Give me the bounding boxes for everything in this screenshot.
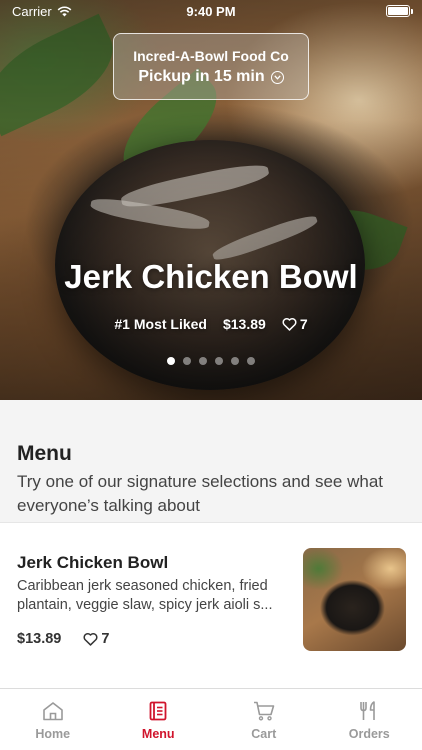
- menu-subheading: Try one of our signature selections and …: [17, 472, 384, 515]
- menu-item-image: [303, 548, 406, 651]
- pickup-time-row: Pickup in 15 min: [114, 68, 308, 86]
- tab-cart-label: Cart: [251, 727, 277, 741]
- menu-item-name: Jerk Chicken Bowl: [17, 553, 169, 572]
- featured-likes[interactable]: 7: [282, 316, 308, 332]
- featured-meta: #1 Most Liked $13.89 7: [0, 316, 422, 332]
- clock: 9:40 PM: [186, 4, 236, 19]
- carousel-dot[interactable]: [247, 357, 255, 365]
- carousel-dot[interactable]: [183, 357, 191, 365]
- menu-item-likes[interactable]: 7: [83, 631, 109, 647]
- heart-icon: [282, 318, 297, 331]
- tab-home-label: Home: [35, 727, 71, 741]
- menu-heading: Menu: [17, 442, 72, 465]
- featured-hero[interactable]: Carrier 9:40 PM Incred-A-Bowl Food Co Pi…: [0, 0, 422, 400]
- heart-icon: [83, 633, 98, 646]
- battery-icon: [386, 5, 413, 17]
- menu-item-meta: $13.89 7: [17, 631, 109, 647]
- status-bar: Carrier 9:40 PM: [0, 0, 422, 22]
- tab-orders-label: Orders: [348, 727, 390, 741]
- tab-cart[interactable]: Cart: [211, 689, 317, 750]
- tab-menu-label: Menu: [141, 727, 175, 741]
- cart-icon: [253, 700, 275, 722]
- menu-item-description: Caribbean jerk seasoned chicken, fried p…: [17, 578, 273, 613]
- carousel-dot[interactable]: [199, 357, 207, 365]
- utensils-icon: [359, 700, 379, 722]
- menu-header: Menu Try one of our signature selections…: [0, 400, 422, 522]
- restaurant-name: Incred-A-Bowl Food Co: [133, 48, 289, 64]
- pickup-time: Pickup in 15 min: [138, 68, 265, 85]
- home-icon: [42, 700, 64, 722]
- pickup-selector[interactable]: Incred-A-Bowl Food Co Pickup in 15 min: [113, 33, 309, 100]
- tab-home[interactable]: Home: [0, 689, 106, 750]
- featured-like-count: 7: [299, 316, 308, 332]
- carousel-dot[interactable]: [231, 357, 239, 365]
- menu-item-like-count: 7: [101, 631, 110, 647]
- tab-orders[interactable]: Orders: [317, 689, 422, 750]
- tab-bar: Home Menu Cart Orders: [0, 688, 422, 750]
- carousel-dot[interactable]: [167, 357, 175, 365]
- tab-menu[interactable]: Menu: [106, 689, 212, 750]
- chevron-down-icon: [270, 70, 284, 84]
- carousel-dot[interactable]: [215, 357, 223, 365]
- menu-item[interactable]: Jerk Chicken Bowl Caribbean jerk seasone…: [0, 522, 422, 690]
- menu-book-icon: [149, 700, 167, 722]
- featured-price: $13.89: [222, 316, 266, 332]
- featured-title: Jerk Chicken Bowl: [64, 258, 358, 295]
- carousel-dots[interactable]: [0, 357, 422, 365]
- menu-item-price: $13.89: [17, 631, 62, 647]
- featured-badge: #1 Most Liked: [114, 316, 207, 332]
